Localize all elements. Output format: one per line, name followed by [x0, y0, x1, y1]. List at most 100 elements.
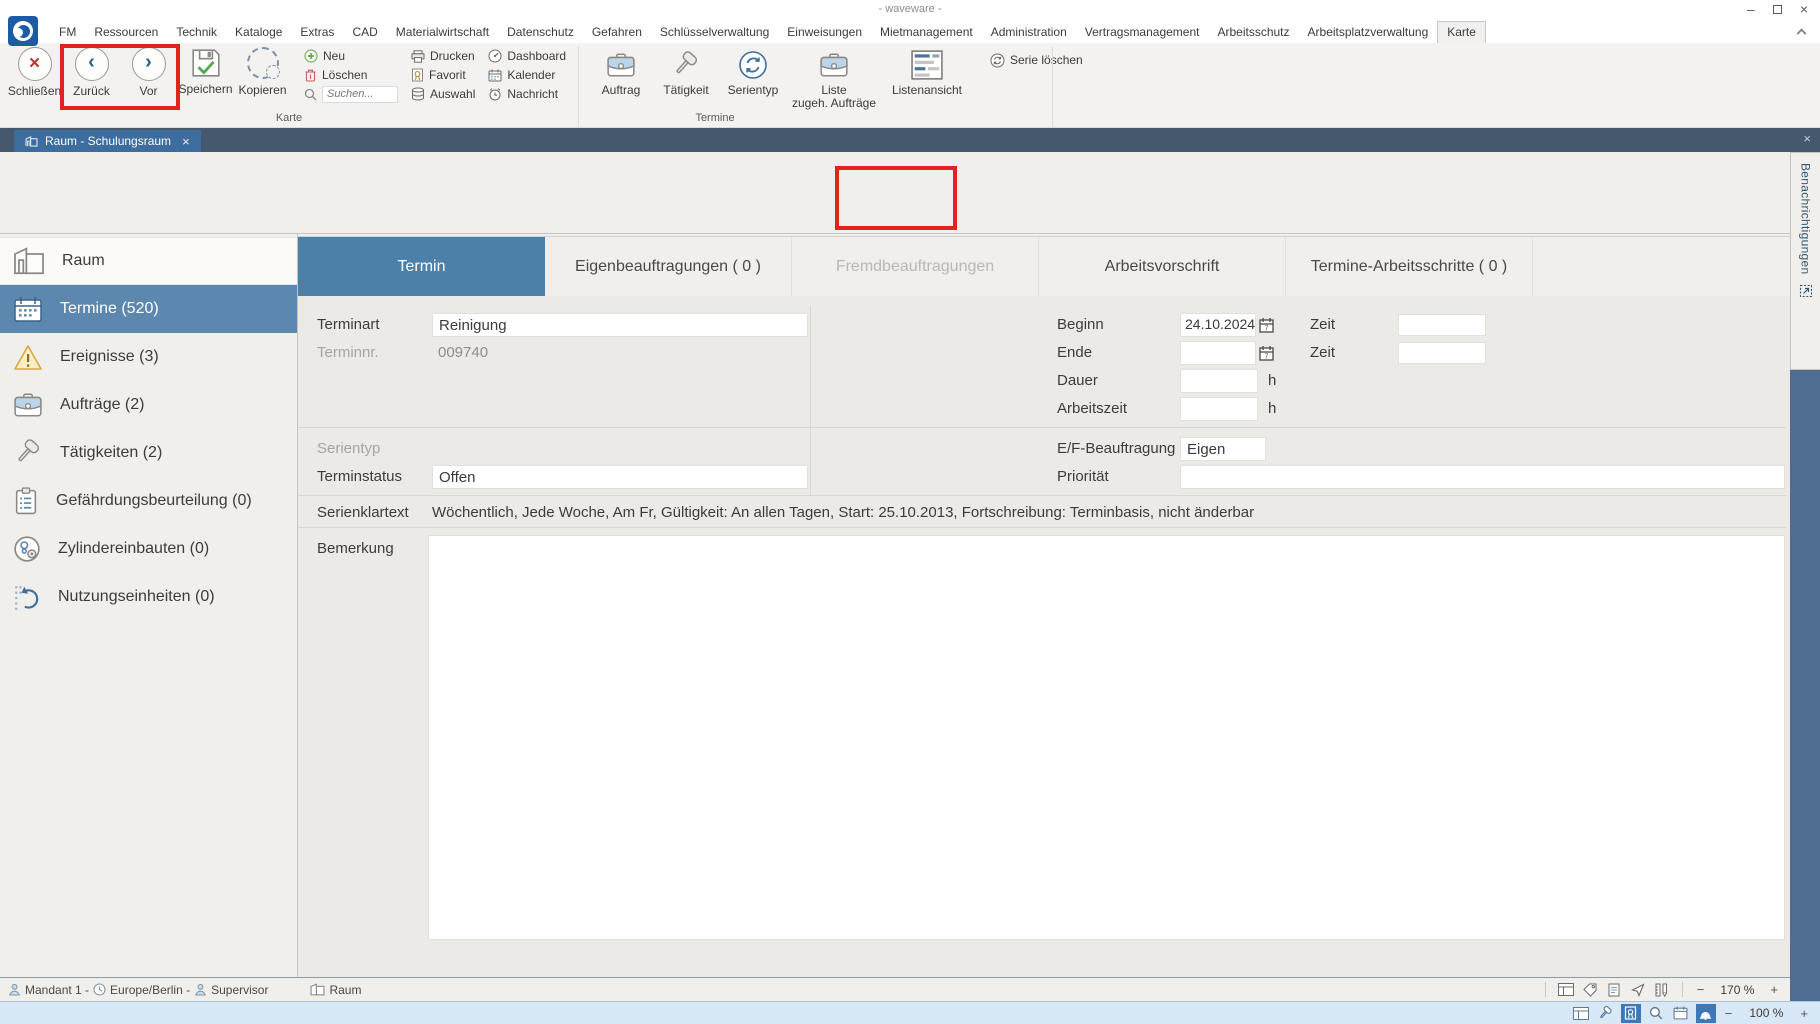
- close-record-button[interactable]: × Schließen: [6, 47, 63, 98]
- menu-item-technik[interactable]: Technik: [167, 22, 226, 42]
- zoom-in-button[interactable]: +: [1766, 982, 1782, 997]
- sidebar-item-raum[interactable]: Raum: [0, 237, 297, 285]
- terminart-input[interactable]: [432, 313, 808, 337]
- beginn-date-input[interactable]: 24.10.2024 7: [1180, 313, 1274, 337]
- tab-eigenbeauftragungen[interactable]: Eigenbeauftragungen ( 0 ): [545, 237, 792, 296]
- prioritaet-label: Priorität: [1057, 465, 1109, 489]
- sidebar-item-auftraege[interactable]: Aufträge (2): [0, 381, 297, 429]
- tag-icon[interactable]: [1580, 980, 1600, 999]
- minimize-icon[interactable]: –: [1747, 5, 1755, 14]
- sidebar-item-termine[interactable]: Termine (520): [0, 285, 297, 333]
- menu-item-fm[interactable]: FM: [50, 22, 85, 42]
- activity-button[interactable]: Tätigkeit: [656, 49, 716, 97]
- terminstatus-input[interactable]: [432, 465, 808, 489]
- dauer-input[interactable]: [1180, 369, 1258, 393]
- document-icon[interactable]: [1604, 980, 1624, 999]
- notifications-panel-tab[interactable]: Benachrichtigungen: [1790, 152, 1820, 370]
- hammer-icon[interactable]: [1596, 1004, 1616, 1023]
- layout-panel-icon[interactable]: [1571, 1004, 1591, 1023]
- menu-item-arbeitsplatzverwaltung[interactable]: Arbeitsplatzverwaltung: [1299, 22, 1438, 42]
- menu-item-karte[interactable]: Karte: [1437, 21, 1486, 43]
- menu-item-cad[interactable]: CAD: [343, 22, 386, 42]
- prioritaet-input[interactable]: [1180, 465, 1785, 489]
- list-view-button[interactable]: Listenansicht: [884, 49, 970, 97]
- menu-bar: FM Ressourcen Technik Kataloge Extras CA…: [0, 20, 1794, 43]
- menu-item-ressourcen[interactable]: Ressourcen: [85, 22, 167, 42]
- menu-item-gefahren[interactable]: Gefahren: [583, 22, 651, 42]
- calendar-button[interactable]: Kalender: [488, 66, 566, 84]
- menu-item-extras[interactable]: Extras: [291, 22, 343, 42]
- ende-date-input[interactable]: 7: [1180, 341, 1274, 365]
- save-button[interactable]: Speichern: [177, 47, 234, 96]
- menu-item-kataloge[interactable]: Kataloge: [226, 22, 291, 42]
- badge-icon[interactable]: [1621, 1004, 1641, 1023]
- date-picker-icon[interactable]: 7: [1259, 345, 1274, 361]
- hammer-icon: [13, 439, 43, 467]
- favorite-button[interactable]: Favorit: [411, 66, 475, 84]
- ribbon-collapse-icon[interactable]: [1798, 27, 1810, 37]
- zeit2-input[interactable]: [1398, 342, 1486, 364]
- sidebar-item-gefaehrdungsbeurteilung[interactable]: Gefährdungsbeurteilung (0): [0, 477, 297, 525]
- sync-icon: [738, 49, 768, 81]
- ef-beauftragung-input[interactable]: [1180, 437, 1266, 461]
- navigate-icon[interactable]: [1628, 980, 1648, 999]
- series-type-button[interactable]: Serientyp: [722, 49, 784, 97]
- menu-item-datenschutz[interactable]: Datenschutz: [498, 22, 583, 42]
- arbeitszeit-input[interactable]: [1180, 397, 1258, 421]
- tab-termin[interactable]: Termin: [298, 237, 545, 296]
- tab-arbeitsvorschrift[interactable]: Arbeitsvorschrift: [1039, 237, 1286, 296]
- app-logo-icon[interactable]: [8, 16, 38, 46]
- menu-item-mietmanagement[interactable]: Mietmanagement: [871, 22, 982, 42]
- sidebar-item-ereignisse[interactable]: Ereignisse (3): [0, 333, 297, 381]
- notifications-icon: [1799, 284, 1813, 298]
- close-icon[interactable]: ×: [1800, 3, 1808, 16]
- copy-button[interactable]: Kopieren: [234, 47, 291, 97]
- sidebar-item-taetigkeiten[interactable]: Tätigkeiten (2): [0, 429, 297, 477]
- related-orders-list-button[interactable]: Liste zugeh. Aufträge: [790, 49, 878, 110]
- mandant-label: Mandant 1 -: [25, 983, 89, 997]
- clock-icon: [93, 983, 106, 996]
- divider: [298, 527, 1786, 528]
- menu-item-schluesselverwaltung[interactable]: Schlüsselverwaltung: [651, 22, 778, 42]
- message-button[interactable]: Nachricht: [488, 85, 566, 103]
- print-button[interactable]: Drucken: [411, 47, 475, 65]
- order-button[interactable]: Auftrag: [592, 49, 650, 97]
- sidebar-item-nutzungseinheiten[interactable]: Nutzungseinheiten (0): [0, 573, 297, 621]
- sidebar-item-zylindereinbauten[interactable]: Zylindereinbauten (0): [0, 525, 297, 573]
- date-picker-icon[interactable]: 7: [1259, 317, 1274, 333]
- tab-close-icon[interactable]: ×: [182, 134, 190, 149]
- zoom-out-button[interactable]: −: [1693, 982, 1709, 997]
- search-input[interactable]: [322, 86, 398, 103]
- zoom-out-button[interactable]: −: [1721, 1006, 1737, 1021]
- tab-termine-arbeitsschritte[interactable]: Termine-Arbeitsschritte ( 0 ): [1286, 237, 1533, 296]
- ende-label: Ende: [1057, 341, 1092, 365]
- layout-panel-icon[interactable]: [1556, 980, 1576, 999]
- maximize-icon[interactable]: [1773, 5, 1782, 14]
- zeit1-input[interactable]: [1398, 314, 1486, 336]
- document-tab[interactable]: Raum - Schulungsraum ×: [14, 130, 201, 152]
- menu-item-einweisungen[interactable]: Einweisungen: [778, 22, 871, 42]
- search-icon: [304, 88, 317, 101]
- new-button[interactable]: Neu: [304, 47, 398, 65]
- tabs-filler: [1533, 237, 1790, 296]
- menu-item-vertragsmanagement[interactable]: Vertragsmanagement: [1076, 22, 1209, 42]
- briefcase-icon: [13, 392, 43, 418]
- search-icon[interactable]: [1646, 1004, 1666, 1023]
- bell-icon[interactable]: [1696, 1004, 1716, 1023]
- selection-button[interactable]: Auswahl: [411, 85, 475, 103]
- terminstatus-label: Terminstatus: [317, 465, 402, 489]
- zoom-in-button[interactable]: +: [1796, 1006, 1812, 1021]
- delete-button[interactable]: Löschen: [304, 66, 398, 84]
- dashboard-button[interactable]: Dashboard: [488, 47, 566, 65]
- menu-item-materialwirtschaft[interactable]: Materialwirtschaft: [387, 22, 498, 42]
- delete-series-button[interactable]: Serie löschen: [990, 51, 1083, 69]
- tabbar-close-icon[interactable]: ×: [1803, 132, 1811, 146]
- beginn-label: Beginn: [1057, 313, 1104, 337]
- calendar-icon[interactable]: [1671, 1004, 1691, 1023]
- tab-fremdbeauftragungen[interactable]: Fremdbeauftragungen: [792, 237, 1039, 296]
- ruler-pen-icon[interactable]: [1652, 980, 1672, 999]
- bemerkung-textarea[interactable]: [428, 535, 1785, 940]
- menu-item-administration[interactable]: Administration: [982, 22, 1076, 42]
- menu-item-arbeitsschutz[interactable]: Arbeitsschutz: [1208, 22, 1298, 42]
- annotation-rect-counter: [835, 166, 957, 230]
